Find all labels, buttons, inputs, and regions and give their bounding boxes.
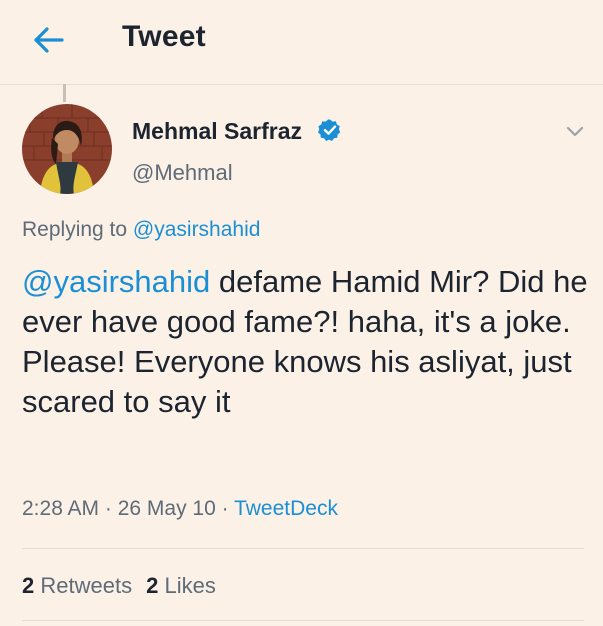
tweet-source-link[interactable]: TweetDeck bbox=[234, 497, 338, 520]
top-bar: Tweet bbox=[0, 0, 603, 85]
meta-separator: · bbox=[99, 497, 118, 520]
author-handle[interactable]: @Mehmal bbox=[132, 160, 233, 186]
likes-label: Likes bbox=[164, 573, 216, 598]
page-title: Tweet bbox=[122, 20, 206, 53]
replying-to: Replying to @yasirshahid bbox=[22, 218, 260, 242]
likes-stat[interactable]: 2 Likes bbox=[146, 573, 216, 598]
avatar[interactable] bbox=[22, 104, 112, 194]
profile-photo bbox=[22, 104, 112, 194]
back-button[interactable] bbox=[28, 22, 68, 58]
retweets-stat[interactable]: 2 Retweets bbox=[22, 573, 132, 598]
tweet-metadata: 2:28 AM · 26 May 10 · TweetDeck bbox=[22, 497, 338, 521]
more-options-button[interactable] bbox=[562, 118, 588, 144]
author-name[interactable]: Mehmal Sarfraz bbox=[132, 118, 302, 145]
tweet-mention-link[interactable]: @yasirshahid bbox=[22, 264, 210, 299]
verified-badge-icon bbox=[318, 118, 342, 142]
engagement-stats: 2 Retweets 2 Likes bbox=[22, 573, 216, 599]
arrow-left-icon bbox=[34, 27, 64, 53]
replying-to-mention-link[interactable]: @yasirshahid bbox=[133, 218, 261, 241]
retweets-label: Retweets bbox=[40, 573, 133, 598]
divider bbox=[22, 620, 584, 621]
meta-separator: · bbox=[215, 497, 235, 520]
replying-prefix: Replying to bbox=[22, 218, 133, 241]
tweet-text: @yasirshahid defame Hamid Mir? Did he ev… bbox=[22, 262, 592, 422]
likes-count: 2 bbox=[146, 573, 159, 598]
retweets-count: 2 bbox=[22, 573, 35, 598]
thread-connector-line bbox=[63, 84, 66, 102]
divider bbox=[22, 548, 584, 549]
tweet-time: 2:28 AM bbox=[22, 497, 100, 520]
chevron-down-icon bbox=[566, 126, 584, 137]
tweet-date: 26 May 10 bbox=[117, 497, 216, 520]
